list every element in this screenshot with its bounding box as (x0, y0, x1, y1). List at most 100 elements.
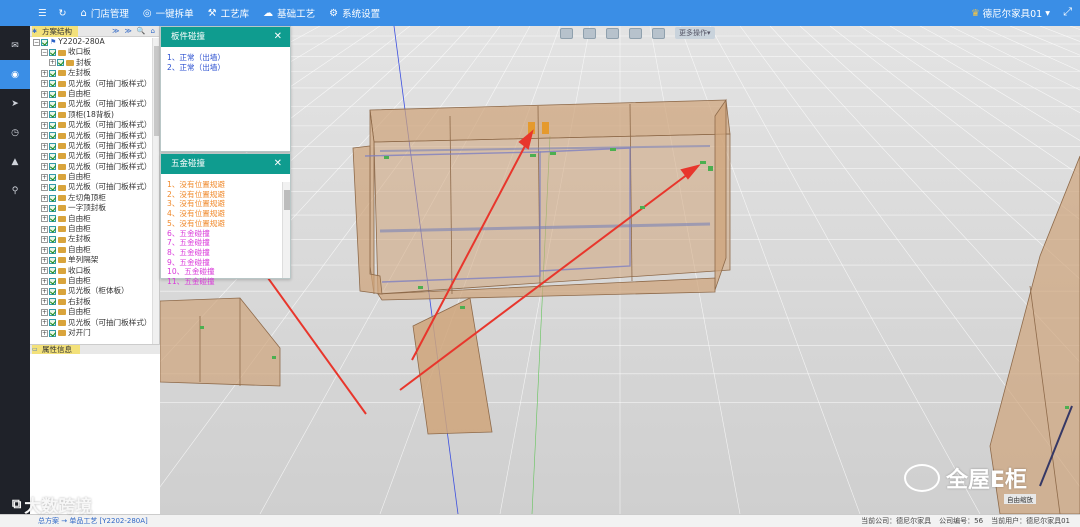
collision-item[interactable]: 11、五金碰撞 (167, 277, 290, 287)
collapse-all-icon[interactable]: ≫ (112, 26, 119, 37)
menu-one-click-split[interactable]: ◎ 一键拆单 (143, 6, 194, 21)
collision-item[interactable]: 4、没有位置规避 (167, 209, 290, 219)
tab-scheme-structure[interactable]: 方案结构 (32, 26, 78, 37)
toggle-icon[interactable]: + (41, 225, 48, 233)
tree-item[interactable]: + 见光板（可抽门板样式） (30, 162, 159, 172)
clock-icon[interactable]: ◷ (0, 118, 30, 147)
toggle-icon[interactable]: − (41, 49, 48, 57)
tree-checkbox[interactable] (49, 267, 56, 275)
layers-icon[interactable] (606, 27, 619, 39)
3d-viewport[interactable] (160, 26, 1080, 514)
save-icon[interactable] (560, 27, 573, 39)
collision-item[interactable]: 1、没有位置规避 (167, 180, 290, 190)
collision-item[interactable]: 10、五金碰撞 (167, 267, 290, 277)
toggle-icon[interactable]: + (41, 246, 48, 254)
toggle-icon[interactable]: + (41, 236, 48, 244)
toggle-icon[interactable]: + (41, 288, 48, 296)
tree-item[interactable]: + 自由柜 (30, 172, 159, 182)
menu-store-management[interactable]: ⌂ 门店管理 (81, 6, 129, 21)
wifi-icon[interactable]: ◉ (0, 60, 30, 89)
toggle-icon[interactable]: + (41, 69, 48, 77)
menu-craft-library[interactable]: ⚒ 工艺库 (208, 6, 249, 21)
collision-item[interactable]: 2、没有位置规避 (167, 190, 290, 200)
tree-item[interactable]: + 见光板（可抽门板样式） (30, 131, 159, 141)
tree-checkbox[interactable] (49, 246, 56, 254)
tree-checkbox[interactable] (41, 38, 48, 46)
tree-item[interactable]: + 自由柜 (30, 89, 159, 99)
tree-checkbox[interactable] (49, 298, 56, 306)
tree-checkbox[interactable] (49, 225, 56, 233)
tree-checkbox[interactable] (49, 111, 56, 119)
collision-item[interactable]: 5、没有位置规避 (167, 219, 290, 229)
tree-item[interactable]: + 自由柜 (30, 224, 159, 234)
menu-icon[interactable]: ☰ (38, 8, 47, 19)
search-icon[interactable]: ⚲ (0, 176, 30, 205)
toggle-icon[interactable]: + (41, 256, 48, 264)
tree-checkbox[interactable] (49, 319, 56, 327)
tree-checkbox[interactable] (49, 90, 56, 98)
tree-checkbox[interactable] (57, 59, 64, 67)
close-icon[interactable]: ✕ (274, 154, 282, 174)
cabinet-main[interactable] (352, 98, 731, 301)
tree-checkbox[interactable] (49, 184, 56, 192)
toggle-icon[interactable]: + (41, 329, 48, 337)
tree-checkbox[interactable] (49, 236, 56, 244)
toggle-icon[interactable]: + (41, 163, 48, 171)
tree-item[interactable]: + 见光板（可抽门板样式） (30, 120, 159, 130)
hardware-scroll-thumb[interactable] (284, 190, 290, 210)
collision-item[interactable]: 7、五金碰撞 (167, 238, 290, 248)
toggle-icon[interactable]: + (41, 298, 48, 306)
tree-item[interactable]: + 单列隔架 (30, 255, 159, 265)
tree-item[interactable]: + 收口板 (30, 266, 159, 276)
tree-item[interactable]: + 自由柜 (30, 245, 159, 255)
mail-icon[interactable]: ✉ (0, 31, 30, 60)
user-menu[interactable]: ♛ 德尼尔家具01 ▾ (971, 6, 1050, 21)
hardware-collision-header[interactable]: 五金碰撞 ✕ (161, 154, 290, 174)
tree-item[interactable]: + 自由柜 (30, 214, 159, 224)
tree-checkbox[interactable] (49, 80, 56, 88)
toggle-icon[interactable]: + (41, 194, 48, 202)
tree-item[interactable]: + 见光板（柜体板） (30, 286, 159, 296)
tree-checkbox[interactable] (49, 152, 56, 160)
toggle-icon[interactable]: + (41, 319, 48, 327)
tree-checkbox[interactable] (49, 142, 56, 150)
tree-item[interactable]: + 见光板（可抽门板样式） (30, 318, 159, 328)
more-actions-dropdown[interactable]: 更多操作▾ (675, 27, 715, 39)
tree-item[interactable]: + 自由柜 (30, 307, 159, 317)
tree-search-icon[interactable]: 🔍 (137, 26, 146, 37)
tree-checkbox[interactable] (49, 204, 56, 212)
toggle-icon[interactable]: + (41, 215, 48, 223)
tree-item[interactable]: + 左封板 (30, 234, 159, 244)
tree-item[interactable]: + 一字顶封板 (30, 203, 159, 213)
tree-item[interactable]: + 右封板 (30, 297, 159, 307)
toggle-icon[interactable]: − (33, 38, 40, 46)
collision-item[interactable]: 9、五金碰撞 (167, 258, 290, 268)
toggle-icon[interactable]: + (41, 101, 48, 109)
tree-checkbox[interactable] (49, 215, 56, 223)
refresh-icon[interactable]: ↻ (59, 8, 67, 19)
expand-icon[interactable]: ⤢ (1063, 5, 1072, 19)
target-icon[interactable] (583, 27, 596, 39)
toggle-icon[interactable]: + (41, 267, 48, 275)
toggle-icon[interactable]: + (41, 204, 48, 212)
toggle-icon[interactable]: + (41, 308, 48, 316)
tree-item[interactable]: + 见光板（可抽门板样式） (30, 151, 159, 161)
collision-item[interactable]: 6、五金碰撞 (167, 229, 290, 239)
send-icon[interactable]: ➤ (0, 89, 30, 118)
tree-item[interactable]: + 见光板（可抽门板样式） (30, 79, 159, 89)
tree-checkbox[interactable] (49, 49, 56, 57)
tree-item[interactable]: + 左封板 (30, 68, 159, 78)
tree-checkbox[interactable] (49, 288, 56, 296)
tree-item[interactable]: + 对开门 (30, 328, 159, 338)
tree-home-icon[interactable]: ⌂ (151, 26, 155, 37)
toggle-icon[interactable]: + (41, 132, 48, 140)
tree-checkbox[interactable] (49, 101, 56, 109)
tree-item[interactable]: − 收口板 (30, 47, 159, 57)
tree-item[interactable]: + 封板 (30, 58, 159, 68)
lightning-icon[interactable] (652, 27, 665, 39)
tree-item[interactable]: + 顶柜(18背板) (30, 110, 159, 120)
expand-all-icon[interactable]: ≫ (125, 26, 132, 37)
collision-item[interactable]: 1、正常（出墙） (167, 53, 290, 63)
tree-item[interactable]: + 见光板（可抽门板样式） (30, 141, 159, 151)
toggle-icon[interactable]: + (41, 184, 48, 192)
